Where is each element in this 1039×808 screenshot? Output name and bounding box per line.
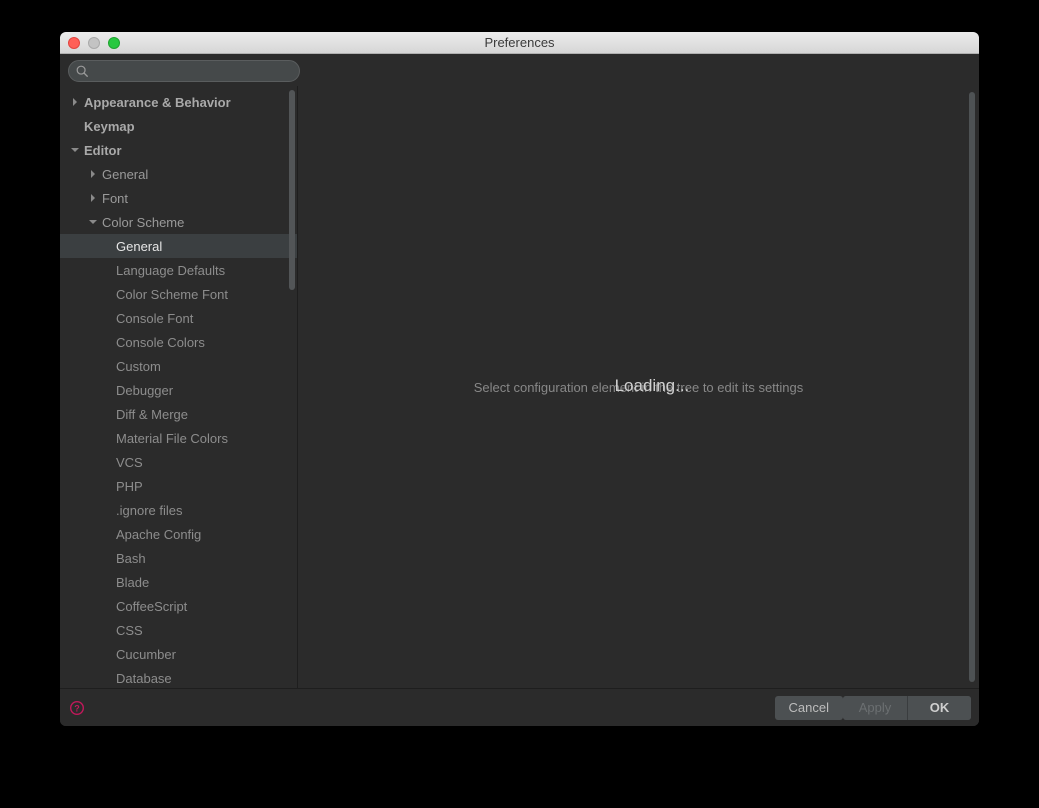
tree-item-label: PHP (116, 479, 143, 494)
tree-item[interactable]: Custom (60, 354, 297, 378)
tree-item[interactable]: Console Font (60, 306, 297, 330)
chevron-right-icon[interactable] (88, 193, 98, 203)
tree-item-label: .ignore files (116, 503, 182, 518)
window-title: Preferences (60, 35, 979, 50)
ok-button[interactable]: OK (907, 696, 971, 720)
tree-item[interactable]: General (60, 234, 297, 258)
tree-item[interactable]: General (60, 162, 297, 186)
close-window-button[interactable] (68, 37, 80, 49)
tree-item-label: Material File Colors (116, 431, 228, 446)
titlebar: Preferences (60, 32, 979, 54)
zoom-window-button[interactable] (108, 37, 120, 49)
dialog-footer: ? Cancel Apply OK (60, 688, 979, 726)
help-button[interactable]: ? (68, 699, 86, 717)
tree-item[interactable]: .ignore files (60, 498, 297, 522)
search-input[interactable] (93, 64, 291, 78)
settings-tree[interactable]: Appearance & Behavior Keymap Editor General… (60, 86, 297, 688)
tree-item-label: Apache Config (116, 527, 201, 542)
chevron-right-icon[interactable] (70, 97, 80, 107)
tree-item[interactable]: Bash (60, 546, 297, 570)
tree-item[interactable]: Material File Colors (60, 426, 297, 450)
minimize-window-button[interactable] (88, 37, 100, 49)
tree-item-label: Color Scheme (102, 215, 184, 230)
tree-item[interactable]: Color Scheme (60, 210, 297, 234)
window-body: Appearance & Behavior Keymap Editor General… (60, 54, 979, 726)
tree-item-label: Editor (84, 143, 122, 158)
detail-scrollbar[interactable] (969, 92, 975, 682)
help-icon: ? (69, 700, 85, 716)
sidebar-scrollbar[interactable] (289, 90, 295, 290)
svg-text:?: ? (74, 703, 80, 713)
tree-item-label: Blade (116, 575, 149, 590)
tree-item[interactable]: Editor (60, 138, 297, 162)
arrow-spacer (70, 121, 80, 131)
tree-item-label: Diff & Merge (116, 407, 188, 422)
tree-item-label: Database (116, 671, 172, 686)
tree-item-label: Debugger (116, 383, 173, 398)
search-row (60, 54, 979, 86)
tree-item[interactable]: Language Defaults (60, 258, 297, 282)
detail-hint-text: Select configuration element in the tree… (474, 380, 804, 395)
tree-item[interactable]: Color Scheme Font (60, 282, 297, 306)
content-area: Appearance & Behavior Keymap Editor General… (60, 86, 979, 688)
apply-ok-group: Apply OK (843, 696, 971, 720)
tree-item-label: Console Colors (116, 335, 205, 350)
tree-item-label: Bash (116, 551, 146, 566)
tree-item-label: General (116, 239, 162, 254)
tree-item-label: Console Font (116, 311, 193, 326)
settings-tree-sidebar: Appearance & Behavior Keymap Editor General… (60, 86, 298, 688)
tree-item-label: General (102, 167, 148, 182)
tree-item-label: Appearance & Behavior (84, 95, 231, 110)
cancel-button[interactable]: Cancel (775, 696, 843, 720)
tree-item-label: VCS (116, 455, 143, 470)
tree-item[interactable]: Diff & Merge (60, 402, 297, 426)
tree-item[interactable]: Cucumber (60, 642, 297, 666)
preferences-window: Preferences Appearance & Behavior Keymap E… (60, 32, 979, 726)
chevron-right-icon[interactable] (88, 169, 98, 179)
tree-item[interactable]: Font (60, 186, 297, 210)
tree-item-label: CoffeeScript (116, 599, 187, 614)
search-field-wrap[interactable] (68, 60, 300, 82)
tree-item[interactable]: PHP (60, 474, 297, 498)
tree-item-label: CSS (116, 623, 143, 638)
tree-item[interactable]: Console Colors (60, 330, 297, 354)
window-controls (68, 37, 120, 49)
tree-item[interactable]: VCS (60, 450, 297, 474)
tree-item[interactable]: Appearance & Behavior (60, 90, 297, 114)
tree-item[interactable]: Apache Config (60, 522, 297, 546)
tree-item[interactable]: Database (60, 666, 297, 688)
tree-item-label: Cucumber (116, 647, 176, 662)
search-icon (75, 64, 89, 78)
tree-item-label: Font (102, 191, 128, 206)
chevron-down-icon[interactable] (70, 145, 80, 155)
tree-item[interactable]: Debugger (60, 378, 297, 402)
tree-item[interactable]: Blade (60, 570, 297, 594)
tree-item-label: Custom (116, 359, 161, 374)
apply-button[interactable]: Apply (843, 696, 907, 720)
tree-item-label: Language Defaults (116, 263, 225, 278)
tree-item[interactable]: CSS (60, 618, 297, 642)
tree-item-label: Keymap (84, 119, 135, 134)
tree-item-label: Color Scheme Font (116, 287, 228, 302)
tree-item[interactable]: Keymap (60, 114, 297, 138)
settings-detail-panel: Select configuration element in the tree… (298, 86, 979, 688)
chevron-down-icon[interactable] (88, 217, 98, 227)
tree-item[interactable]: CoffeeScript (60, 594, 297, 618)
